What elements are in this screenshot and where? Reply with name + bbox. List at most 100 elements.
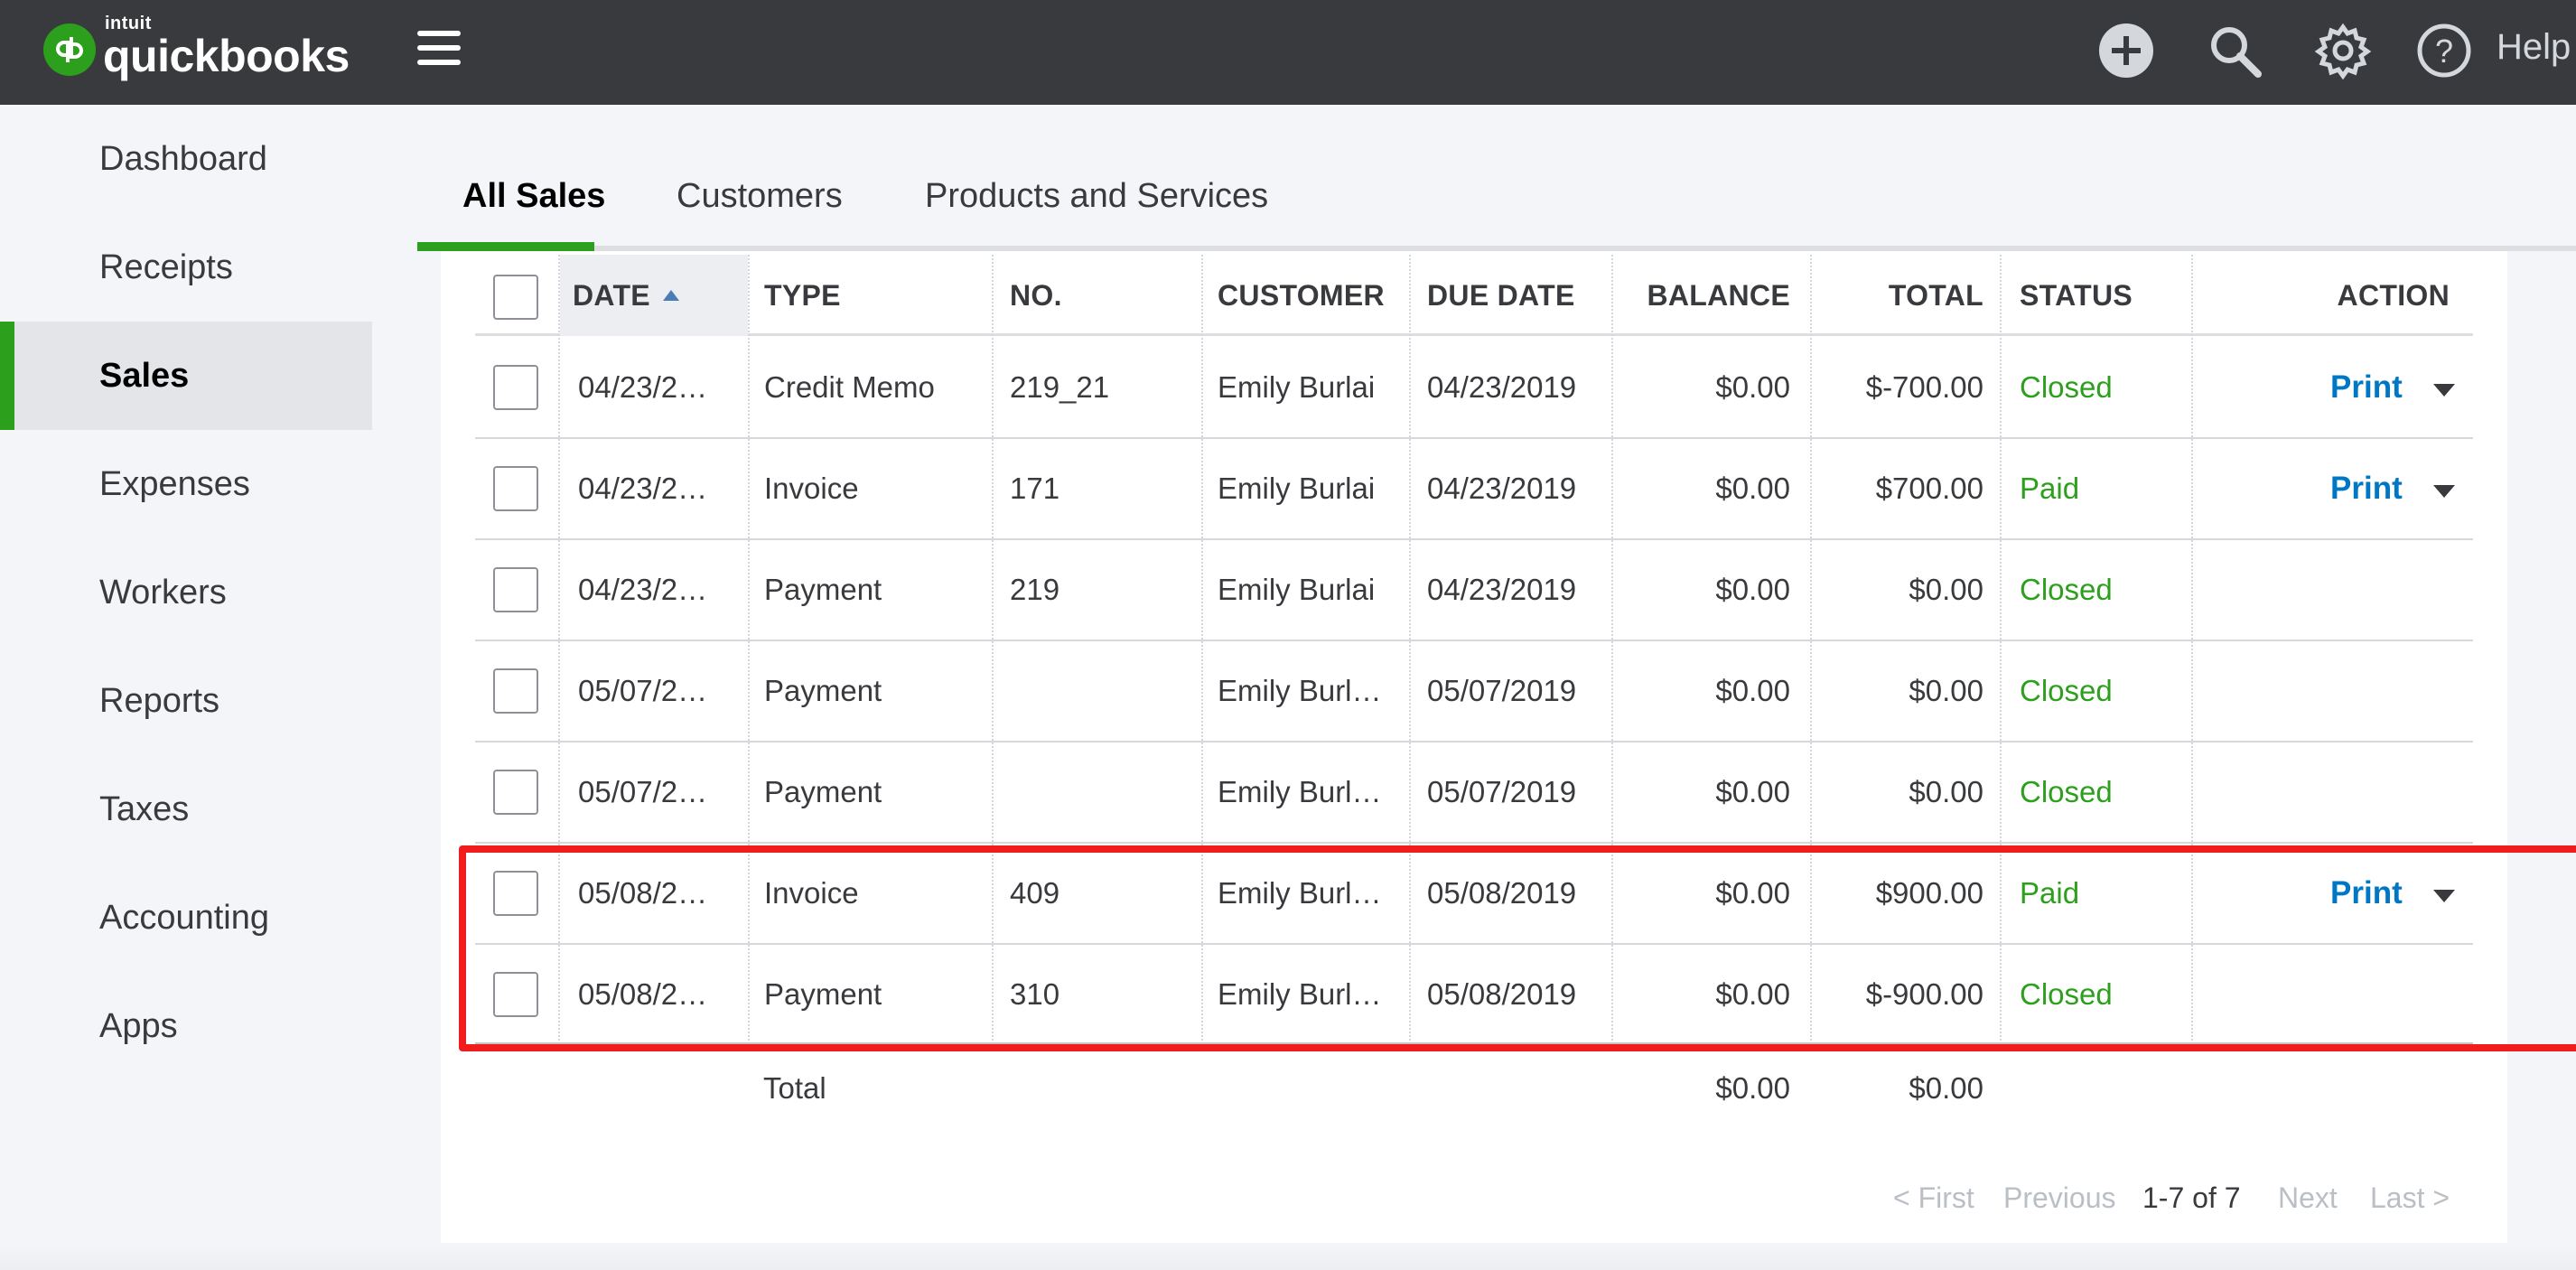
cell-type: Invoice	[764, 472, 859, 505]
cell-balance: $0.00	[1715, 573, 1790, 606]
sort-ascending-icon	[662, 290, 679, 301]
pagination-previous[interactable]: Previous	[2003, 1181, 2116, 1215]
highlight-box	[459, 845, 2576, 1051]
print-action[interactable]: Print	[2330, 338, 2455, 437]
hamburger-menu-icon[interactable]	[417, 31, 461, 67]
column-header-no[interactable]: NO.	[1010, 255, 1062, 336]
column-header-balance[interactable]: BALANCE	[1613, 255, 1790, 336]
totals-label: Total	[763, 1071, 826, 1105]
table-header-row: DATE TYPE NO. CUSTOMER DUE DATE BALANCE …	[475, 255, 2473, 336]
cell-type: Payment	[764, 775, 882, 808]
cell-due-date: 04/23/2019	[1427, 472, 1577, 505]
help-circle-icon[interactable]: ?	[2413, 20, 2475, 81]
cell-no: 171	[1010, 472, 1060, 505]
quickbooks-logo[interactable]: intuit quickbooks	[43, 14, 350, 81]
column-header-due-date[interactable]: DUE DATE	[1427, 255, 1575, 336]
cell-total: $0.00	[1909, 674, 1983, 707]
cell-type: Credit Memo	[764, 370, 935, 404]
cell-date: 05/07/2…	[578, 775, 708, 808]
cell-due-date: 05/07/2019	[1427, 674, 1577, 707]
cell-balance: $0.00	[1715, 775, 1790, 808]
print-link[interactable]: Print	[2330, 471, 2403, 507]
column-header-date[interactable]: DATE	[560, 255, 748, 336]
svg-text:?: ?	[2435, 33, 2453, 70]
print-link[interactable]: Print	[2330, 369, 2403, 406]
sidebar-item-workers[interactable]: Workers	[0, 538, 372, 647]
totals-total: $0.00	[1909, 1071, 1983, 1105]
cell-no: 219_21	[1010, 370, 1110, 404]
table-row[interactable]: 05/07/2… Payment Emily Burl… 05/07/2019 …	[475, 742, 2473, 844]
cell-status: Closed	[2020, 370, 2113, 404]
logo-intuit-text: intuit	[105, 14, 152, 33]
pagination-first[interactable]: < First	[1893, 1181, 1974, 1215]
gear-icon[interactable]	[2312, 20, 2374, 81]
cell-due-date: 04/23/2019	[1427, 573, 1577, 606]
cell-status: Closed	[2020, 573, 2113, 606]
logo-quickbooks-text: quickbooks	[103, 31, 350, 81]
cell-date: 05/07/2…	[578, 674, 708, 707]
sidebar-item-taxes[interactable]: Taxes	[0, 755, 372, 864]
action-dropdown-icon[interactable]	[2432, 485, 2455, 498]
column-header-customer[interactable]: CUSTOMER	[1218, 255, 1385, 336]
cell-total: $0.00	[1909, 573, 1983, 606]
sidebar-item-apps[interactable]: Apps	[0, 972, 372, 1080]
cell-date: 04/23/2…	[578, 573, 708, 606]
cell-customer: Emily Burlai	[1218, 370, 1376, 404]
tab-products-and-services[interactable]: Products and Services	[925, 163, 1268, 251]
sidebar-nav: Dashboard Receipts Sales Expenses Worker…	[0, 105, 372, 1080]
cell-status: Paid	[2020, 472, 2080, 505]
print-action[interactable]: Print	[2330, 439, 2455, 538]
column-header-action: ACTION	[2337, 278, 2450, 312]
sales-tabs: All Sales Customers Products and Service…	[417, 163, 2576, 251]
row-checkbox[interactable]	[493, 770, 538, 815]
plus-circle-icon[interactable]	[2095, 20, 2157, 81]
cell-total: $0.00	[1909, 775, 1983, 808]
cell-customer: Emily Burlai	[1218, 472, 1376, 505]
action-dropdown-icon[interactable]	[2432, 384, 2455, 397]
pagination-range: 1-7 of 7	[2142, 1181, 2241, 1214]
cell-due-date: 04/23/2019	[1427, 370, 1577, 404]
row-checkbox[interactable]	[493, 567, 538, 612]
search-icon[interactable]	[2204, 20, 2265, 81]
cell-balance: $0.00	[1715, 674, 1790, 707]
top-bar: intuit quickbooks ? Help	[0, 0, 2576, 105]
cell-type: Payment	[764, 573, 882, 606]
sidebar-item-reports[interactable]: Reports	[0, 647, 372, 755]
totals-balance: $0.00	[1715, 1071, 1790, 1105]
tab-customers[interactable]: Customers	[677, 163, 843, 251]
sidebar-item-receipts[interactable]: Receipts	[0, 213, 372, 322]
help-label[interactable]: Help	[2497, 27, 2571, 68]
cell-customer: Emily Burl…	[1218, 775, 1382, 808]
tab-all-sales[interactable]: All Sales	[462, 163, 605, 251]
qb-logo-icon	[43, 23, 96, 76]
row-checkbox[interactable]	[493, 466, 538, 511]
cell-date: 04/23/2…	[578, 472, 708, 505]
cell-status: Closed	[2020, 674, 2113, 707]
table-row[interactable]: 04/23/2… Payment 219 Emily Burlai 04/23/…	[475, 540, 2473, 641]
cell-no: 219	[1010, 573, 1060, 606]
sidebar-item-sales[interactable]: Sales	[0, 322, 372, 430]
column-header-total[interactable]: TOTAL	[1812, 255, 1983, 336]
cell-balance: $0.00	[1715, 472, 1790, 505]
cell-date: 04/23/2…	[578, 370, 708, 404]
table-row[interactable]: 04/23/2… Invoice 171 Emily Burlai 04/23/…	[475, 439, 2473, 540]
select-all-checkbox[interactable]	[493, 275, 538, 320]
cell-customer: Emily Burlai	[1218, 573, 1376, 606]
row-checkbox[interactable]	[493, 365, 538, 410]
sidebar-item-dashboard[interactable]: Dashboard	[0, 105, 372, 213]
cell-customer: Emily Burl…	[1218, 674, 1382, 707]
column-header-type[interactable]: TYPE	[764, 255, 841, 336]
sidebar-item-expenses[interactable]: Expenses	[0, 430, 372, 538]
pagination-next[interactable]: Next	[2278, 1181, 2338, 1215]
cell-type: Payment	[764, 674, 882, 707]
table-row[interactable]: 04/23/2… Credit Memo 219_21 Emily Burlai…	[475, 338, 2473, 439]
column-header-status[interactable]: STATUS	[2020, 255, 2133, 336]
row-checkbox[interactable]	[493, 668, 538, 714]
cell-due-date: 05/07/2019	[1427, 775, 1577, 808]
cell-balance: $0.00	[1715, 370, 1790, 404]
sidebar-item-accounting[interactable]: Accounting	[0, 864, 372, 972]
pagination-last[interactable]: Last >	[2370, 1181, 2450, 1215]
table-row[interactable]: 05/07/2… Payment Emily Burl… 05/07/2019 …	[475, 641, 2473, 742]
active-tab-indicator	[417, 242, 594, 251]
cell-total: $-700.00	[1865, 370, 1983, 404]
